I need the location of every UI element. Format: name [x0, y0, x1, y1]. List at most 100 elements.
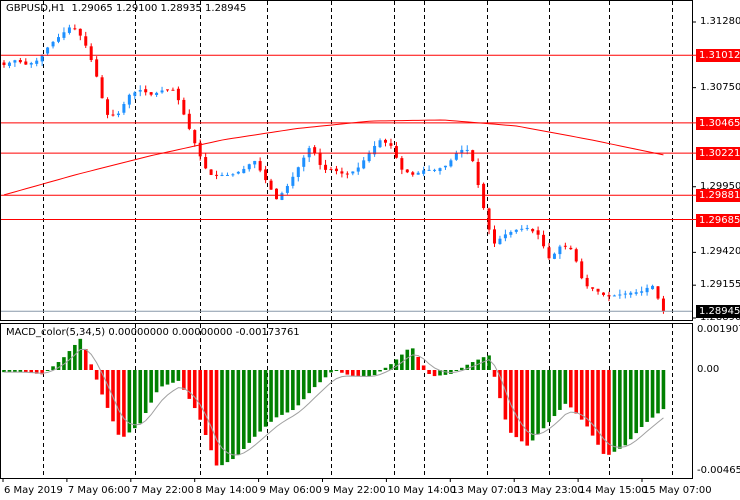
candle-body: [73, 28, 77, 30]
candle-body: [291, 176, 295, 186]
macd-histogram-bar: [351, 370, 355, 377]
candle-body: [280, 193, 284, 200]
price-axis-label: 1.31280: [700, 16, 740, 27]
candle-body: [334, 168, 338, 172]
candle-body: [389, 143, 393, 146]
candle-body: [400, 158, 404, 170]
level-price-tag: 1.29685: [696, 213, 740, 227]
candle-body: [35, 60, 39, 64]
macd-histogram-bar: [252, 370, 257, 437]
macd-histogram-bar: [291, 370, 295, 411]
macd-histogram-bar: [340, 370, 344, 373]
candle-body: [171, 89, 175, 91]
candle-body: [443, 165, 447, 168]
candle-body: [116, 113, 120, 116]
macd-histogram-bar: [405, 349, 410, 370]
candle-body: [40, 54, 44, 62]
macd-histogram-bar: [383, 367, 388, 370]
candle-body: [503, 234, 507, 239]
macd-histogram-bar: [361, 370, 366, 377]
candle-body: [138, 90, 142, 92]
candle-body: [422, 170, 426, 174]
candle-body: [296, 167, 300, 177]
candle-body: [51, 41, 55, 47]
candle-body: [536, 230, 540, 235]
candle-body: [405, 169, 409, 173]
price-axis-label: 1.29420: [700, 246, 740, 258]
candle-body: [62, 32, 66, 38]
macd-histogram-bar: [280, 370, 284, 415]
time-axis-label: 6 May 2019: [4, 485, 63, 496]
candle-body: [264, 169, 268, 181]
macd-histogram-bar: [301, 370, 306, 400]
candle-body: [351, 171, 355, 174]
macd-histogram-bar: [73, 344, 77, 370]
candle-body: [220, 174, 224, 176]
candle-body: [640, 291, 644, 293]
time-axis-label: 15 May 07:00: [643, 485, 712, 496]
candle-body: [558, 246, 562, 255]
macd-label: MACD_color(5,34,5) 0.00000000 0.00000000…: [6, 327, 300, 338]
macd-histogram-bar: [421, 365, 426, 370]
candle-body: [661, 298, 665, 312]
macd-histogram-bar: [356, 370, 361, 377]
macd-histogram-bar: [176, 370, 181, 381]
macd-histogram-bar: [209, 370, 213, 451]
candle-body: [384, 139, 387, 143]
macd-histogram-bar: [492, 370, 497, 377]
time-axis-label: 7 May 06:00: [67, 485, 131, 496]
time-axis-label: 7 May 22:00: [131, 485, 195, 496]
candle-body: [542, 234, 546, 247]
level-price-tag: 1.31012: [696, 49, 740, 63]
candle-body: [122, 104, 126, 113]
macd-histogram-bar: [558, 370, 562, 410]
candle-body: [204, 157, 208, 169]
macd-histogram-bar: [78, 338, 83, 370]
candle-body: [416, 172, 420, 175]
candle-body: [13, 60, 17, 63]
macd-histogram-bar: [89, 364, 93, 370]
level-price-tag: 1.30465: [696, 116, 740, 130]
macd-histogram-bar: [247, 370, 252, 443]
macd-histogram-bar: [378, 370, 382, 372]
macd-histogram-bar: [656, 370, 660, 414]
macd-histogram-bar: [231, 370, 235, 460]
macd-histogram-bar: [111, 370, 115, 422]
candle-body: [329, 169, 333, 171]
macd-histogram-bar: [274, 370, 279, 418]
macd-histogram-bar: [650, 370, 655, 418]
macd-histogram-bar: [220, 370, 224, 466]
level-price-tag: 1.30221: [696, 147, 740, 161]
macd-histogram-bar: [296, 370, 301, 406]
macd-histogram-bar: [563, 370, 568, 404]
price-chart[interactable]: [0, 0, 740, 500]
candle-body: [193, 130, 197, 144]
time-axis-label: 10 May 14:00: [387, 485, 456, 496]
macd-histogram-bar: [165, 370, 170, 385]
candle-body: [324, 164, 328, 170]
macd-histogram-bar: [536, 370, 540, 435]
candle-body: [247, 164, 251, 170]
price-axis-label: 1.30750: [700, 81, 740, 93]
candle-body: [231, 174, 235, 176]
time-axis-label: 13 May 23:00: [515, 485, 584, 496]
macd-histogram-bar: [323, 370, 328, 378]
candle-body: [18, 60, 22, 63]
candle-body: [340, 171, 344, 174]
macd-histogram-bar: [569, 370, 573, 408]
time-axis-label: 14 May 15:00: [579, 485, 648, 496]
macd-histogram-bar: [198, 370, 202, 420]
candle-body: [645, 287, 649, 293]
macd-histogram-bar: [574, 370, 579, 414]
macd-histogram-bar: [661, 370, 666, 410]
candle-body: [345, 173, 349, 175]
macd-histogram-bar: [618, 370, 622, 449]
macd-histogram-bar: [94, 370, 99, 380]
candle-body: [591, 287, 595, 289]
macd-histogram-bar: [579, 370, 584, 420]
macd-histogram-bar: [285, 370, 290, 413]
candle-body: [242, 168, 246, 174]
macd-histogram-bar: [154, 370, 159, 393]
macd-histogram-bar: [334, 370, 339, 371]
macd-histogram-bar: [612, 370, 617, 452]
